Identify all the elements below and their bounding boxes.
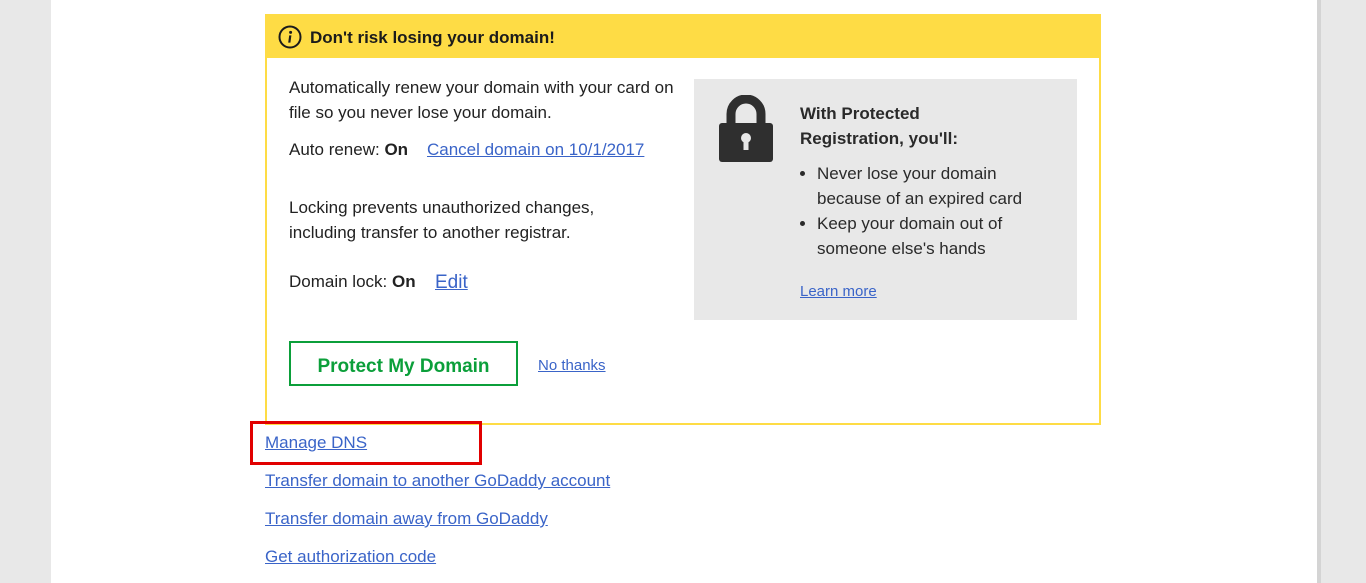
no-thanks-link[interactable]: No thanks [538,357,606,374]
domain-lock-description: Locking prevents unauthorized changes, i… [289,198,595,242]
learn-more-link[interactable]: Learn more [800,283,877,300]
scrollbar-track[interactable] [1317,0,1321,583]
benefits-list: Never lose your domain because of an exp… [799,161,1057,261]
manage-dns-link[interactable]: Manage DNS [265,432,367,454]
auto-renew-value: On [384,140,409,159]
promo-banner: Don't risk losing your domain! [267,16,1099,58]
benefit-item: Never lose your domain because of an exp… [817,161,1057,211]
domain-lock-value: On [391,272,416,291]
promo-title: Don't risk losing your domain! [310,28,555,47]
benefit-item: Keep your domain out of someone else's h… [817,211,1057,261]
authorization-code-link[interactable]: Get authorization code [265,546,436,568]
cancel-domain-link[interactable]: Cancel domain on 10/1/2017 [427,137,644,162]
domain-lock-label: Domain lock: [289,272,392,291]
auto-renew-description: Automatically renew your domain with you… [289,78,674,122]
info-icon [278,25,302,49]
padlock-icon [719,95,773,162]
benefits-title: With Protected Registration, you'll: [800,104,958,148]
protected-registration-card: Don't risk losing your domain! Automatic… [265,14,1101,425]
transfer-away-link[interactable]: Transfer domain away from GoDaddy [265,508,548,530]
auto-renew-status: Auto renew: On [289,137,408,162]
transfer-to-account-link[interactable]: Transfer domain to another GoDaddy accou… [265,470,610,492]
benefits-panel: With Protected Registration, you'll: Nev… [694,79,1077,320]
domain-lock-status: Domain lock: On [289,269,416,294]
auto-renew-label: Auto renew: [289,140,385,159]
edit-domain-lock-link[interactable]: Edit [435,270,468,295]
protect-my-domain-button[interactable]: Protect My Domain [289,341,518,386]
